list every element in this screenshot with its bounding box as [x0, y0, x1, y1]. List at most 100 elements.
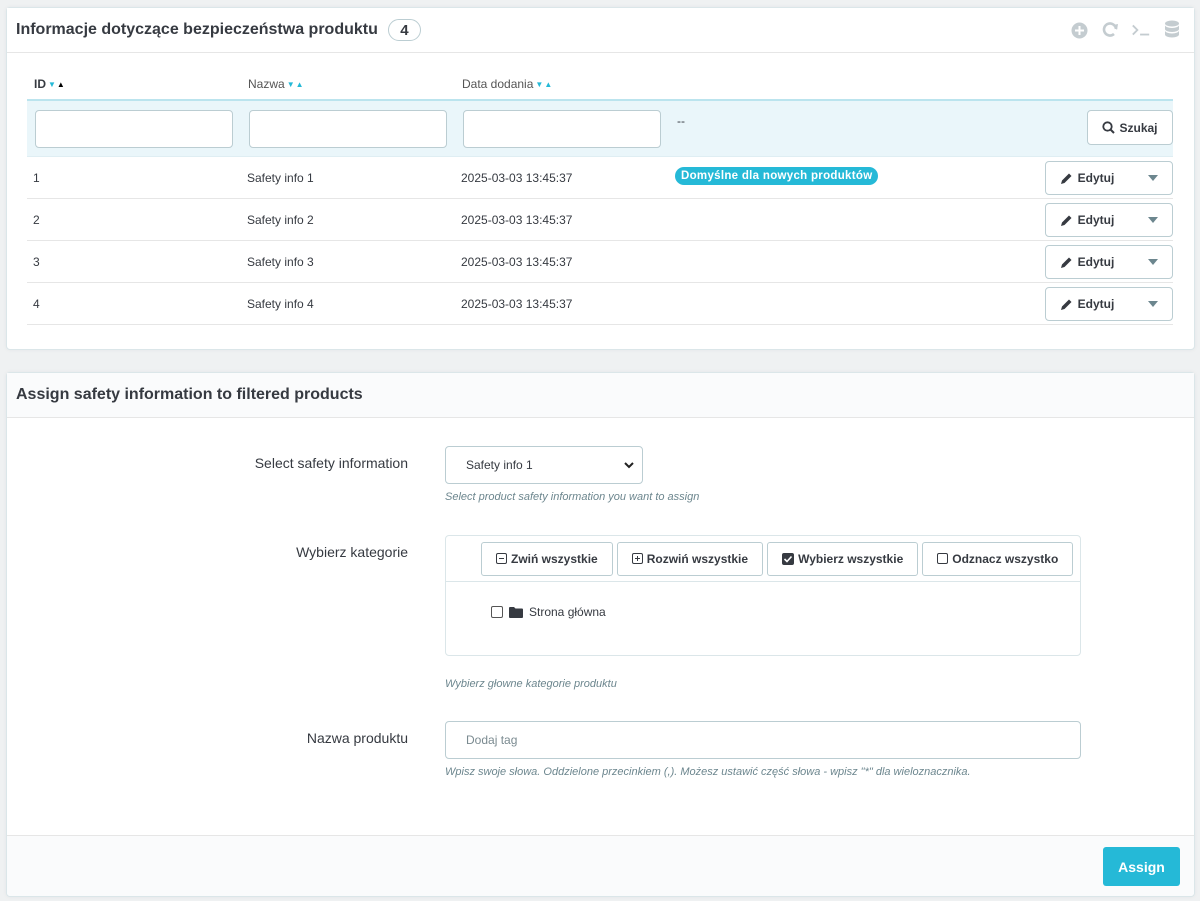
refresh-icon[interactable]	[1100, 20, 1120, 40]
edit-button[interactable]: Edytuj	[1046, 288, 1134, 320]
tree-root-checkbox[interactable]	[491, 606, 503, 618]
collapse-all-label: Zwiń wszystkie	[511, 551, 598, 566]
expand-all-label: Rozwiń wszystkie	[646, 551, 749, 566]
assign-panel-footer: Assign	[7, 835, 1194, 896]
tree-item-root: Strona główna	[491, 605, 606, 619]
unselect-all-button[interactable]: Odznacz wszystko	[922, 541, 1074, 576]
safety-info-select[interactable]: Safety info 1	[445, 446, 643, 484]
edit-button[interactable]: Edytuj	[1046, 246, 1134, 278]
row-name: Safety info 1	[247, 171, 314, 185]
sort-desc-icon[interactable]: ▼	[287, 80, 295, 89]
product-name-label: Nazwa produktu	[306, 730, 408, 746]
caret-down-icon	[1148, 217, 1158, 223]
dropdown-toggle[interactable]	[1134, 204, 1172, 236]
category-tree: Zwiń wszystkie Rozwiń wszystkie Wybierz …	[445, 535, 1081, 656]
select-all-label: Wybierz wszystkie	[798, 551, 904, 566]
row-date: 2025-03-03 13:45:37	[461, 297, 573, 311]
edit-button-group: Edytuj	[1045, 287, 1173, 321]
select-help-text: Select product safety information you wa…	[445, 491, 700, 503]
category-tree-toolbar: Zwiń wszystkie Rozwiń wszystkie Wybierz …	[446, 536, 1080, 582]
list-toolbar	[1069, 20, 1182, 40]
list-panel-title: Informacje dotyczące bezpieczeństwa prod…	[16, 21, 378, 38]
column-header-date[interactable]: Data dodania ▼ ▲	[462, 77, 552, 91]
table-row: 3 Safety info 3 2025-03-03 13:45:37 Edyt…	[27, 241, 1173, 283]
pencil-icon	[1060, 257, 1072, 268]
row-date: 2025-03-03 13:45:37	[461, 255, 573, 269]
column-id-label: ID	[34, 77, 46, 91]
filter-id-input[interactable]	[35, 110, 233, 148]
row-date: 2025-03-03 13:45:37	[461, 213, 573, 227]
select-safety-info-label: Select safety information	[254, 455, 408, 471]
table-row: 2 Safety info 2 2025-03-03 13:45:37 Edyt…	[27, 199, 1173, 241]
caret-down-icon	[1148, 175, 1158, 181]
sort-asc-icon[interactable]: ▲	[57, 80, 65, 89]
edit-button-label: Edytuj	[1077, 297, 1115, 311]
expand-icon	[631, 553, 643, 564]
product-tag-placeholder: Dodaj tag	[466, 733, 518, 747]
dropdown-toggle[interactable]	[1134, 246, 1172, 278]
table-header-row: ID ▼ ▲ Nazwa ▼ ▲ Data dodania ▼ ▲	[27, 71, 1173, 101]
folder-icon	[509, 606, 523, 618]
edit-button-label: Edytuj	[1077, 213, 1115, 227]
safety-info-table: ID ▼ ▲ Nazwa ▼ ▲ Data dodania ▼ ▲ -- Szukaj	[27, 71, 1173, 325]
safety-info-select-value: Safety info 1	[466, 458, 533, 472]
search-icon	[1102, 121, 1116, 134]
column-name-label: Nazwa	[248, 77, 285, 91]
filter-row: -- Szukaj	[27, 101, 1173, 157]
collapse-all-button[interactable]: Zwiń wszystkie	[481, 541, 613, 576]
row-id: 4	[33, 297, 40, 311]
table-row: 4 Safety info 4 2025-03-03 13:45:37 Edyt…	[27, 283, 1173, 325]
row-date: 2025-03-03 13:45:37	[461, 171, 573, 185]
row-name: Safety info 2	[247, 213, 314, 227]
assign-panel-title: Assign safety information to filtered pr…	[16, 386, 363, 403]
category-label: Wybierz kategorie	[296, 544, 408, 560]
edit-button[interactable]: Edytuj	[1046, 204, 1134, 236]
caret-down-icon	[1148, 301, 1158, 307]
edit-button-label: Edytuj	[1077, 255, 1115, 269]
dropdown-toggle[interactable]	[1134, 162, 1172, 194]
category-help-text: Wybierz głowne kategorie produktu	[445, 678, 617, 690]
collapse-icon	[496, 553, 507, 564]
sort-asc-icon[interactable]: ▲	[544, 80, 552, 89]
safety-info-list-panel: Informacje dotyczące bezpieczeństwa prod…	[6, 7, 1195, 350]
row-name: Safety info 4	[247, 297, 314, 311]
checked-box-icon	[782, 552, 795, 565]
sort-asc-icon[interactable]: ▲	[296, 80, 304, 89]
list-panel-heading: Informacje dotyczące bezpieczeństwa prod…	[7, 8, 1194, 53]
assign-panel-heading: Assign safety information to filtered pr…	[7, 373, 1194, 418]
row-id: 2	[33, 213, 40, 227]
expand-all-button[interactable]: Rozwiń wszystkie	[616, 541, 764, 576]
row-id: 3	[33, 255, 40, 269]
add-circle-icon[interactable]	[1069, 20, 1089, 40]
edit-button-group: Edytuj	[1045, 203, 1173, 237]
edit-button-group: Edytuj	[1045, 245, 1173, 279]
default-badge: Domyślne dla nowych produktów	[675, 167, 879, 185]
database-icon[interactable]	[1162, 20, 1182, 40]
column-header-id[interactable]: ID ▼ ▲	[34, 77, 65, 91]
dropdown-toggle[interactable]	[1134, 288, 1172, 320]
edit-button-label: Edytuj	[1077, 171, 1115, 185]
table-row: 1 Safety info 1 2025-03-03 13:45:37 Domy…	[27, 157, 1173, 199]
terminal-icon[interactable]	[1131, 20, 1151, 40]
select-all-button[interactable]: Wybierz wszystkie	[767, 541, 919, 576]
unchecked-box-icon	[937, 553, 949, 564]
edit-button-group: Edytuj	[1045, 161, 1173, 195]
product-tag-input[interactable]: Dodaj tag	[445, 721, 1081, 759]
filter-date-input[interactable]	[463, 110, 661, 148]
column-header-name[interactable]: Nazwa ▼ ▲	[248, 77, 304, 91]
sort-desc-icon[interactable]: ▼	[48, 80, 56, 89]
filter-dash: --	[677, 114, 685, 128]
tree-root-label: Strona główna	[529, 605, 606, 619]
unselect-all-label: Odznacz wszystko	[952, 551, 1059, 566]
column-date-label: Data dodania	[462, 77, 534, 91]
pencil-icon	[1060, 215, 1072, 226]
sort-desc-icon[interactable]: ▼	[535, 80, 543, 89]
edit-button[interactable]: Edytuj	[1046, 162, 1134, 194]
assign-button[interactable]: Assign	[1103, 847, 1180, 886]
assign-safety-info-panel: Assign safety information to filtered pr…	[6, 372, 1195, 897]
filter-name-input[interactable]	[249, 110, 447, 148]
product-help-text: Wpisz swoje słowa. Oddzielone przecinkie…	[445, 766, 971, 778]
pencil-icon	[1060, 173, 1072, 184]
search-button[interactable]: Szukaj	[1087, 110, 1173, 145]
row-id: 1	[33, 171, 40, 185]
